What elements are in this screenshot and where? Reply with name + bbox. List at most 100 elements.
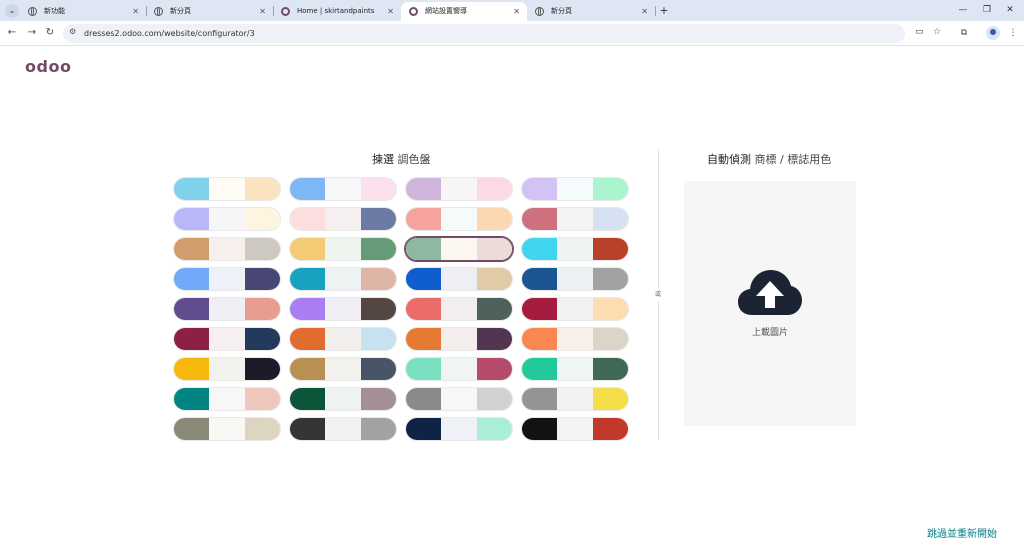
browser-tab-2[interactable]: 新分頁 ✕ <box>146 2 273 21</box>
new-tab-plus-icon[interactable]: + <box>657 2 671 19</box>
tab-close-icon[interactable]: ✕ <box>132 2 139 21</box>
palette-option[interactable] <box>173 267 281 291</box>
browser-menu-icon[interactable]: ⋮ <box>1006 26 1020 40</box>
palette-option[interactable] <box>521 417 629 441</box>
palette-swatch <box>209 388 245 410</box>
palette-option[interactable] <box>173 387 281 411</box>
palette-swatch <box>290 298 326 320</box>
palette-title-strong: 揀選 <box>372 153 394 166</box>
browser-tab-4-active[interactable]: 網站設置嚮導 ✕ <box>401 2 527 21</box>
palette-swatch <box>592 358 628 380</box>
browser-tab-strip: ⌄ 新功能 ✕ 新分頁 ✕ Home | skirtandpaints ✕ 網站… <box>0 0 1024 21</box>
palette-option[interactable] <box>405 207 513 231</box>
palette-option[interactable] <box>289 387 397 411</box>
tab-close-icon[interactable]: ✕ <box>513 2 520 21</box>
palette-option[interactable] <box>289 297 397 321</box>
palette-option[interactable] <box>173 357 281 381</box>
palette-option[interactable] <box>173 237 281 261</box>
logo-upload-dropzone[interactable]: 上載圖片 <box>684 181 856 426</box>
palette-swatch <box>360 388 396 410</box>
close-window-icon[interactable]: ✕ <box>996 0 1024 21</box>
palette-swatch <box>360 208 396 230</box>
palette-swatch <box>441 178 477 200</box>
palette-swatch <box>476 208 512 230</box>
palette-swatch <box>290 388 326 410</box>
palette-option[interactable] <box>173 327 281 351</box>
palette-option[interactable] <box>405 387 513 411</box>
palette-swatch <box>209 298 245 320</box>
palette-swatch <box>441 328 477 350</box>
palette-option[interactable] <box>521 357 629 381</box>
tab-close-icon[interactable]: ✕ <box>641 2 648 21</box>
palette-option[interactable] <box>521 267 629 291</box>
palette-swatch <box>557 418 593 440</box>
palette-swatch <box>325 358 361 380</box>
forward-arrow-icon[interactable]: → <box>25 26 39 40</box>
extensions-puzzle-icon[interactable]: ⧉ <box>957 26 971 40</box>
palette-swatch <box>360 328 396 350</box>
palette-option[interactable] <box>521 237 629 261</box>
palette-option[interactable] <box>289 207 397 231</box>
profile-avatar-icon[interactable] <box>986 26 1000 40</box>
detect-title-strong: 自動偵測 <box>707 153 751 166</box>
tab-close-icon[interactable]: ✕ <box>387 2 394 21</box>
palette-option[interactable] <box>521 387 629 411</box>
palette-option[interactable] <box>173 177 281 201</box>
palette-option[interactable] <box>405 177 513 201</box>
globe-icon <box>154 7 163 16</box>
palette-option[interactable] <box>289 417 397 441</box>
palette-option[interactable] <box>173 297 281 321</box>
cast-icon[interactable]: ▭ <box>915 27 924 37</box>
palette-option[interactable] <box>521 207 629 231</box>
palette-swatch <box>557 268 593 290</box>
site-info-icon[interactable]: ⚙ <box>69 27 76 36</box>
palette-swatch <box>290 208 326 230</box>
tab-title: 網站設置嚮導 <box>425 7 467 15</box>
palette-option[interactable] <box>405 267 513 291</box>
browser-tab-5[interactable]: 新分頁 ✕ <box>527 2 655 21</box>
palette-swatch <box>476 328 512 350</box>
palette-option[interactable] <box>173 417 281 441</box>
palette-option[interactable] <box>405 417 513 441</box>
url-text[interactable]: dresses2.odoo.com/website/configurator/3 <box>84 24 255 43</box>
skip-and-start-over-link[interactable]: 跳過並重新開始 <box>927 525 997 540</box>
palette-swatch <box>592 418 628 440</box>
palette-option[interactable] <box>405 357 513 381</box>
palette-option[interactable] <box>404 236 514 262</box>
bookmark-star-icon[interactable]: ☆ <box>933 27 941 37</box>
palette-section-title: 揀選 調色盤 <box>372 151 431 167</box>
palette-option[interactable] <box>521 327 629 351</box>
palette-option[interactable] <box>289 327 397 351</box>
cloud-upload-icon <box>738 270 802 315</box>
palette-swatch <box>522 178 558 200</box>
odoo-logo: odoo <box>25 57 72 76</box>
palette-option[interactable] <box>289 177 397 201</box>
palette-swatch <box>360 178 396 200</box>
palette-swatch <box>406 328 442 350</box>
palette-option[interactable] <box>289 357 397 381</box>
reload-icon[interactable]: ↻ <box>43 26 57 40</box>
palette-swatch <box>325 388 361 410</box>
palette-swatch <box>476 268 512 290</box>
browser-tab-1[interactable]: 新功能 ✕ <box>20 2 146 21</box>
palette-option[interactable] <box>289 237 397 261</box>
palette-option[interactable] <box>405 327 513 351</box>
back-arrow-icon[interactable]: ← <box>5 26 19 40</box>
palette-option[interactable] <box>521 297 629 321</box>
palette-swatch <box>406 418 442 440</box>
palette-option[interactable] <box>173 207 281 231</box>
palette-swatch <box>441 358 477 380</box>
tab-close-icon[interactable]: ✕ <box>259 2 266 21</box>
palette-option[interactable] <box>405 297 513 321</box>
tab-separator <box>655 6 656 16</box>
palette-swatch <box>325 328 361 350</box>
palette-option[interactable] <box>521 177 629 201</box>
palette-swatch <box>592 298 628 320</box>
palette-swatch <box>360 238 396 260</box>
browser-tab-3[interactable]: Home | skirtandpaints ✕ <box>273 2 401 21</box>
palette-swatch <box>557 298 593 320</box>
address-bar[interactable]: ⚙ dresses2.odoo.com/website/configurator… <box>63 24 941 43</box>
palette-option[interactable] <box>289 267 397 291</box>
tab-search-chevron-icon[interactable]: ⌄ <box>5 4 19 18</box>
palette-swatch <box>522 208 558 230</box>
